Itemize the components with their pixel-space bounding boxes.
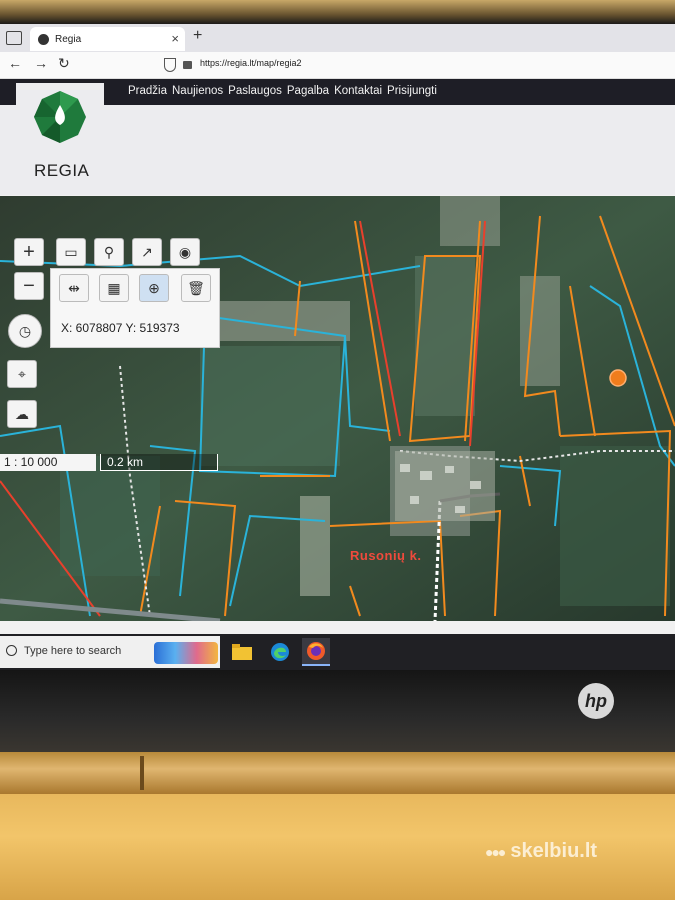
taskbar-search[interactable]: Type here to search bbox=[0, 636, 220, 668]
address-bar[interactable]: https://regia.lt/map/regia2 bbox=[200, 58, 302, 68]
clear-measure-button[interactable]: 🗑 bbox=[181, 274, 211, 302]
scale-ratio[interactable]: 1 : 10 000 bbox=[0, 454, 96, 471]
area-icon: ▦ bbox=[107, 279, 121, 296]
laptop-hinge bbox=[0, 752, 675, 794]
lasso-icon: ☁ bbox=[15, 405, 29, 422]
watermark-dots-icon: ●●● bbox=[485, 843, 506, 860]
measure-tools-panel: ⇹ ▦ ⊕ 🗑 X: 6078807 Y: 519373 bbox=[50, 268, 220, 348]
nav-item-naujienos[interactable]: Naujienos bbox=[172, 85, 223, 97]
trash-icon: 🗑 bbox=[187, 279, 205, 296]
coordinate-readout: X: 6078807 Y: 519373 bbox=[61, 321, 180, 335]
place-marker-button[interactable]: ⚲ bbox=[94, 238, 124, 266]
measure-ruler-button[interactable]: ▭ bbox=[56, 238, 86, 266]
measure-distance-button[interactable]: ⇹ bbox=[59, 274, 89, 302]
back-arrow-icon[interactable]: ← bbox=[8, 55, 22, 71]
nav-item-kontaktai[interactable]: Kontaktai bbox=[334, 85, 382, 97]
search-highlight-image bbox=[154, 642, 218, 664]
lock-icon[interactable] bbox=[183, 61, 192, 69]
measure-area-button[interactable]: ▦ bbox=[99, 274, 129, 302]
logo-text: REGIA bbox=[34, 161, 90, 180]
browser-nav-bar: ← → ↻ https://regia.lt/map/regia2 bbox=[0, 52, 675, 79]
site-logo[interactable]: REGIA bbox=[16, 83, 104, 195]
search-icon bbox=[6, 645, 17, 656]
village-label: Rusonių k. bbox=[350, 548, 422, 563]
firefox-icon[interactable] bbox=[302, 638, 330, 666]
watermark: ●●● skelbiu.lt bbox=[485, 840, 597, 863]
locate-me-button[interactable]: ⌖ bbox=[7, 360, 37, 388]
export-button[interactable]: ↗ bbox=[132, 238, 162, 266]
clock-icon: ◷ bbox=[18, 322, 32, 339]
browser-tab[interactable]: Regia × bbox=[30, 27, 185, 51]
distance-icon: ⇹ bbox=[68, 279, 80, 296]
scale-bar: 0.2 km bbox=[100, 454, 218, 471]
target-dot-icon: ◉ bbox=[178, 243, 192, 260]
nav-item-prisijungti[interactable]: Prisijungti bbox=[387, 85, 437, 97]
crosshair-icon: ⌖ bbox=[18, 365, 26, 382]
laptop-screen: Regia × + ← → ↻ https://regia.lt/map/reg… bbox=[0, 24, 675, 670]
point-select-button[interactable]: ◉ bbox=[170, 238, 200, 266]
new-tab-icon[interactable]: + bbox=[193, 27, 202, 45]
coordinate-icon: ⊕ bbox=[148, 279, 160, 296]
measure-coordinate-button[interactable]: ⊕ bbox=[139, 274, 169, 302]
tab-title: Regia bbox=[55, 33, 82, 45]
ruler-icon: ▭ bbox=[64, 243, 78, 260]
laptop-bottom-bezel bbox=[0, 670, 675, 752]
search-placeholder: Type here to search bbox=[24, 645, 122, 657]
favicon-icon bbox=[38, 33, 49, 45]
file-explorer-icon[interactable] bbox=[228, 638, 256, 666]
close-tab-icon[interactable]: × bbox=[171, 31, 179, 46]
tracking-shield-icon[interactable] bbox=[164, 58, 176, 72]
reload-icon[interactable]: ↻ bbox=[58, 55, 70, 72]
history-button[interactable]: ◷ bbox=[8, 314, 42, 348]
nav-item-paslaugos[interactable]: Paslaugos bbox=[228, 85, 282, 97]
hp-logo: hp bbox=[578, 683, 614, 719]
watermark-text: skelbiu.lt bbox=[510, 840, 598, 862]
zoom-in-button[interactable]: + bbox=[14, 238, 44, 266]
tab-overview-icon[interactable] bbox=[6, 31, 22, 45]
nav-item-pagalba[interactable]: Pagalba bbox=[287, 85, 329, 97]
windows-taskbar: Type here to search bbox=[0, 634, 675, 670]
laptop-top-bezel bbox=[0, 0, 675, 24]
regia-logo-icon bbox=[34, 91, 86, 143]
site-header: Pradžia Naujienos Paslaugos Pagalba Kont… bbox=[0, 79, 675, 195]
browser-tab-bar: Regia × + bbox=[0, 24, 675, 52]
map-canvas[interactable]: + − ▭ ⚲ ↗ ◉ ⇹ ▦ ⊕ 🗑 X: 6078807 Y: 519373… bbox=[0, 196, 675, 621]
lasso-select-button[interactable]: ☁ bbox=[7, 400, 37, 428]
zoom-out-button[interactable]: − bbox=[14, 272, 44, 300]
edge-icon[interactable] bbox=[266, 638, 294, 666]
map-pin-icon: ⚲ bbox=[103, 243, 115, 260]
share-export-icon: ↗ bbox=[141, 243, 153, 260]
forward-arrow-icon[interactable]: → bbox=[34, 55, 48, 71]
nav-item-pradzia[interactable]: Pradžia bbox=[128, 85, 167, 97]
